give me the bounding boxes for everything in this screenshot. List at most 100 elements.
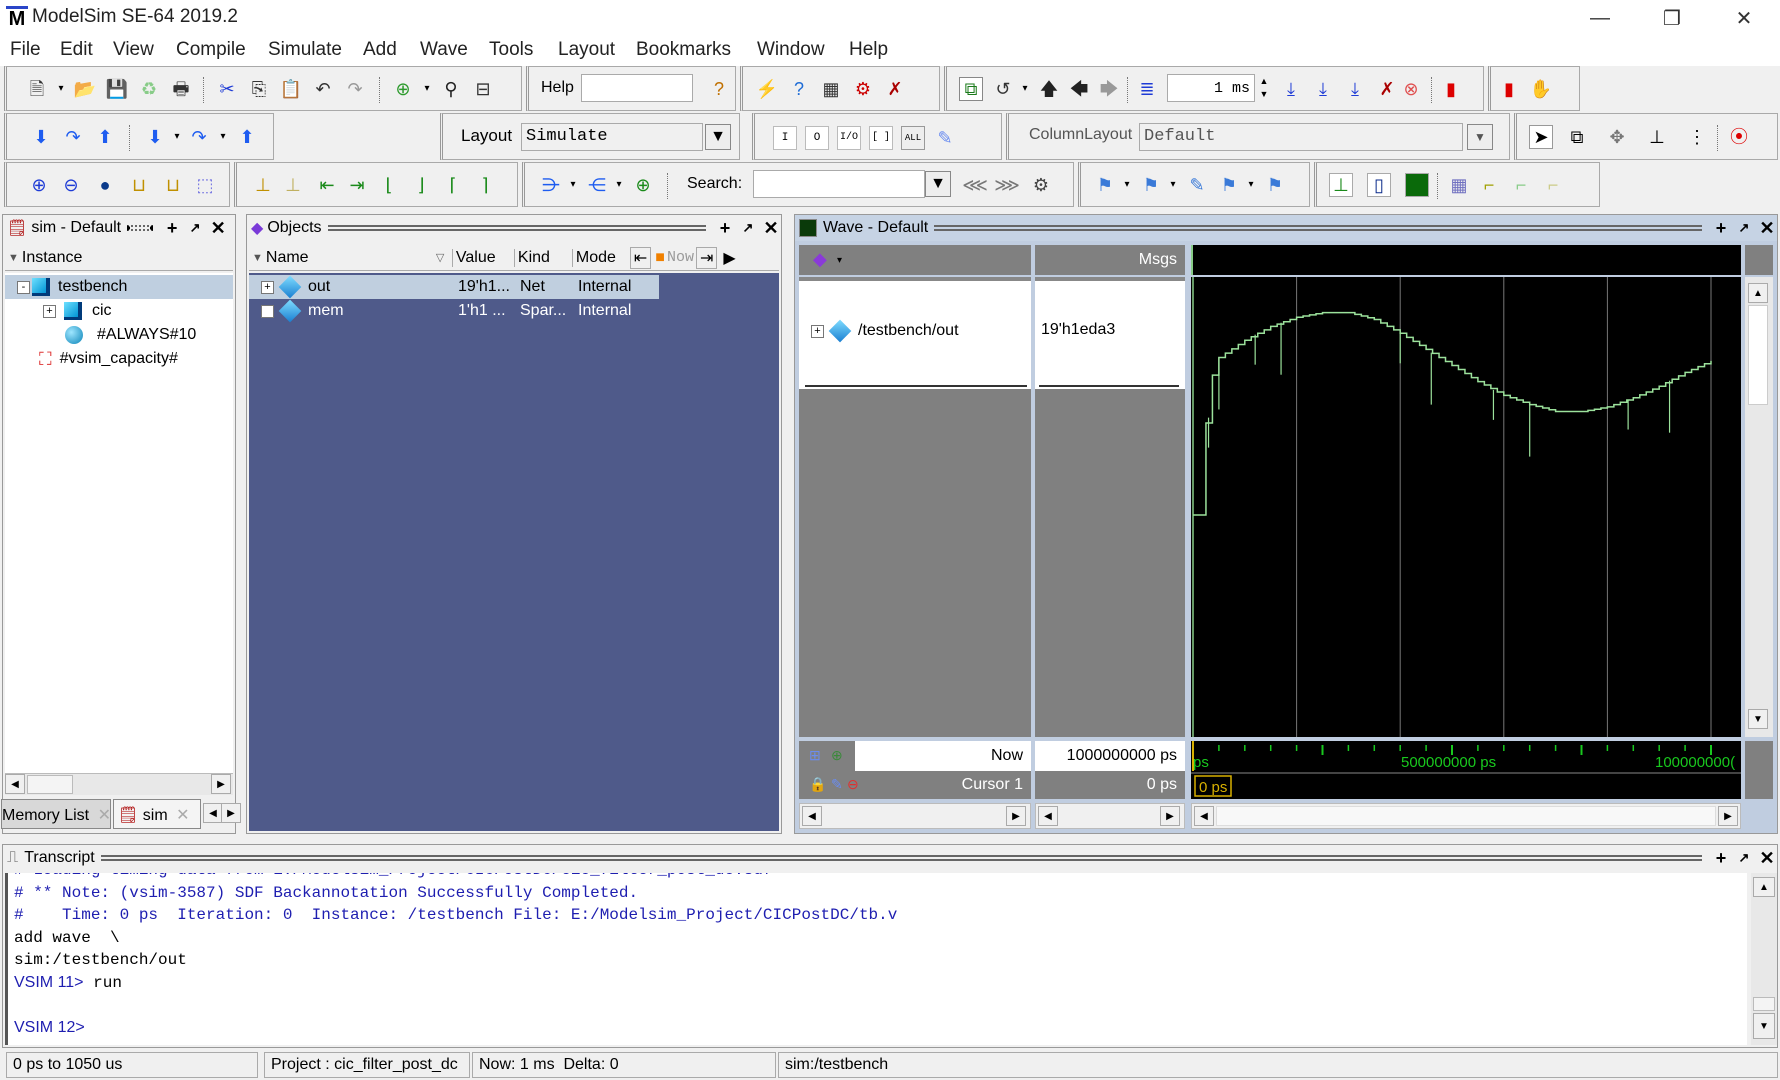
- layout-dropdown-button[interactable]: ▼: [705, 124, 731, 150]
- step-out-icon[interactable]: ⬆: [93, 125, 117, 149]
- restore-button[interactable]: ❐: [1642, 0, 1702, 36]
- transcript-vertical-scrollbar[interactable]: ▲ ▼: [1751, 873, 1777, 1045]
- drag-handle[interactable]: [327, 225, 706, 231]
- zoom-cursors-icon[interactable]: ⊔: [161, 173, 185, 197]
- close-tab-icon[interactable]: ✕: [176, 807, 189, 824]
- open-folder-icon[interactable]: 📂: [73, 77, 97, 101]
- wave-signal-row[interactable]: + /testbench/out: [811, 319, 959, 343]
- next-time-icon[interactable]: ⇥: [695, 246, 718, 269]
- dropdown-arrow-icon[interactable]: ▾: [49, 77, 73, 101]
- scroll-right-button[interactable]: ▶: [1718, 806, 1738, 826]
- run-length-spinner[interactable]: ▲ ▼: [1257, 75, 1271, 101]
- new-file-icon[interactable]: 🗎: [25, 77, 49, 101]
- scroll-right-button[interactable]: ▶: [211, 774, 231, 794]
- close-pane-button[interactable]: ✕: [761, 218, 781, 238]
- next-rising-edge-icon[interactable]: ⌉: [473, 173, 497, 197]
- previous-rising-edge-icon[interactable]: ⌈: [441, 173, 465, 197]
- undo-icon[interactable]: ↶: [311, 77, 335, 101]
- tab-scroll-right-button[interactable]: ▶: [221, 803, 241, 823]
- bus-wave-icon[interactable]: [1405, 173, 1429, 197]
- dropdown-arrow-icon[interactable]: ▾: [561, 173, 585, 197]
- compile-icon[interactable]: ⚡: [755, 77, 779, 101]
- paste-icon[interactable]: 📋: [279, 77, 303, 101]
- dropdown-arrow-icon[interactable]: ▾: [837, 255, 842, 266]
- print-icon[interactable]: 🖶: [169, 77, 193, 101]
- filter-internal-button[interactable]: [ ]: [869, 126, 893, 150]
- event-wave-icon[interactable]: ⊥: [1329, 173, 1353, 197]
- pulse-wave-icon[interactable]: ▯: [1367, 173, 1391, 197]
- step-out-current-icon[interactable]: ⬆: [235, 125, 259, 149]
- menu-add[interactable]: Add: [363, 39, 397, 61]
- drag-handle[interactable]: [127, 225, 154, 231]
- delete-bookmark-icon[interactable]: ⚑: [1139, 173, 1163, 197]
- filter-inout-button[interactable]: I/O: [837, 126, 861, 150]
- find-binoculars-icon[interactable]: ⚲: [439, 77, 463, 101]
- cut-icon[interactable]: ✂: [215, 77, 239, 101]
- scroll-down-button[interactable]: ▼: [1748, 709, 1768, 729]
- name-column-header[interactable]: Name: [266, 249, 436, 267]
- sort-icon[interactable]: ▽: [436, 251, 452, 264]
- run-icon[interactable]: ⤓: [1279, 77, 1303, 101]
- performance-profile-icon[interactable]: ▮: [1439, 77, 1463, 101]
- add-icon[interactable]: ⊕: [831, 747, 843, 764]
- add-cursor-toolbar-icon[interactable]: ⊞: [809, 747, 821, 764]
- zoom-area-icon[interactable]: ⬚: [193, 173, 217, 197]
- forward-arrow-icon[interactable]: 🡆: [1097, 77, 1121, 101]
- dropdown-arrow-icon[interactable]: ▾: [1239, 173, 1263, 197]
- previous-falling-edge-icon[interactable]: ⌊: [377, 173, 401, 197]
- help-search-input[interactable]: [581, 74, 693, 102]
- wave-objects-icon[interactable]: ◆: [813, 249, 827, 270]
- save-icon[interactable]: 💾: [105, 77, 129, 101]
- scroll-thumb[interactable]: [1216, 806, 1716, 826]
- scroll-up-button[interactable]: ▲: [1753, 877, 1775, 897]
- drag-handle[interactable]: [934, 225, 1702, 231]
- value-column-header[interactable]: Value: [451, 248, 514, 267]
- back-arrow-icon[interactable]: 🡄: [1067, 77, 1091, 101]
- compile-all-icon[interactable]: ▦: [819, 77, 843, 101]
- add-bookmark-icon[interactable]: ⚑: [1093, 173, 1117, 197]
- scroll-thumb[interactable]: [1748, 305, 1768, 405]
- dock-button[interactable]: +: [715, 218, 735, 238]
- redo-icon[interactable]: ↷: [343, 77, 367, 101]
- search-forward-icon[interactable]: ⋙: [994, 173, 1020, 197]
- collapse-tree-icon[interactable]: ⊟: [471, 77, 495, 101]
- dropdown-arrow-icon[interactable]: ▾: [607, 173, 631, 197]
- delete-cursor-icon[interactable]: ⊥: [281, 173, 305, 197]
- drag-handle[interactable]: [100, 855, 1702, 861]
- close-pane-button[interactable]: ✕: [1757, 848, 1777, 868]
- tree-item-testbench[interactable]: - testbench: [5, 275, 233, 299]
- up-arrow-icon[interactable]: 🡅: [1037, 77, 1061, 101]
- next-falling-edge-icon[interactable]: ⌋: [409, 173, 433, 197]
- menu-simulate[interactable]: Simulate: [268, 39, 342, 61]
- close-window-button[interactable]: ✕: [1714, 0, 1774, 36]
- remove-cursor-icon[interactable]: ⊖: [847, 776, 859, 793]
- scroll-right-button[interactable]: ▶: [1160, 806, 1180, 826]
- collapse-icon[interactable]: -: [17, 280, 30, 294]
- kind-column-header[interactable]: Kind: [513, 248, 572, 267]
- scroll-down-button[interactable]: ▼: [1753, 1013, 1775, 1039]
- mode-column-header[interactable]: Mode: [571, 248, 628, 267]
- step-wave-icon[interactable]: ⌐: [1477, 173, 1501, 197]
- filter-all-button[interactable]: ALL: [901, 126, 925, 150]
- lock-icon[interactable]: 🔒: [809, 776, 826, 793]
- menu-wave[interactable]: Wave: [420, 39, 468, 61]
- step-into-icon[interactable]: ⬇: [29, 125, 53, 149]
- previous-time-icon[interactable]: ⇤: [629, 246, 652, 269]
- break-run-icon[interactable]: ✗: [1375, 77, 1399, 101]
- tab-memory-list[interactable]: Memory List ✕: [1, 799, 111, 829]
- timeline[interactable]: ps 500000000 ps 100000000( 0 ps: [1191, 741, 1741, 799]
- zoom-full-icon[interactable]: ●: [93, 173, 117, 197]
- value-horizontal-scrollbar[interactable]: ◀ ▶: [1035, 803, 1185, 829]
- goto-bookmark-icon[interactable]: ⚑: [1263, 173, 1287, 197]
- undock-button[interactable]: ↗: [1734, 218, 1754, 238]
- copy-icon[interactable]: ⎘: [247, 77, 271, 101]
- edit-mode-icon[interactable]: ⊥: [1645, 125, 1669, 149]
- previous-cursor-icon[interactable]: ⇤: [315, 173, 339, 197]
- search-input[interactable]: [753, 170, 925, 198]
- save-bookmark-icon[interactable]: ⚑: [1217, 173, 1241, 197]
- step-into-current-icon[interactable]: ⬇: [143, 125, 167, 149]
- tab-scroll-left-button[interactable]: ◀: [203, 803, 223, 823]
- search-dropdown-button[interactable]: ▼: [925, 171, 951, 197]
- add-cursor-icon[interactable]: ⊥: [251, 173, 275, 197]
- insert-icon[interactable]: ⋮: [1685, 125, 1709, 149]
